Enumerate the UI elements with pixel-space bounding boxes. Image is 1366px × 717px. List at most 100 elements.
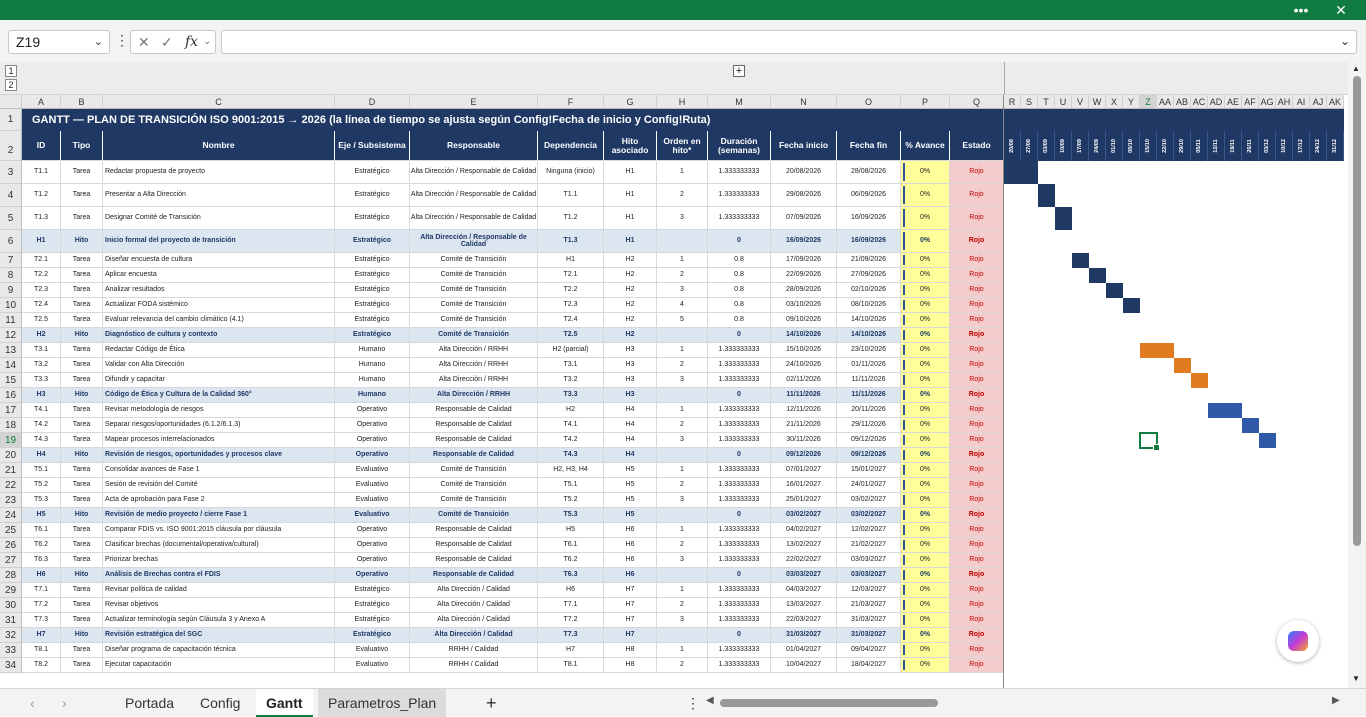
cell-duracion[interactable]: 0.8	[708, 268, 771, 283]
cell-estado[interactable]: Rojo	[950, 433, 1004, 448]
worksheet-grid[interactable]: A B C D E F G H M N O P Q R S T U V W X Y Z AA AB AC AD AE AF AG AH AI…	[0, 95, 1348, 688]
cell-nombre[interactable]: Revisar metodología de riesgos	[103, 403, 335, 418]
cell-avance[interactable]: 0%	[901, 418, 950, 433]
cell-id[interactable]: T5.1	[22, 463, 61, 478]
cell-estado[interactable]: Rojo	[950, 373, 1004, 388]
cell-id[interactable]: T2.5	[22, 313, 61, 328]
cell-estado[interactable]: Rojo	[950, 493, 1004, 508]
cell-duracion[interactable]: 1.333333333	[708, 598, 771, 613]
cell-dependencia[interactable]: T4.1	[538, 418, 604, 433]
cell-orden[interactable]: 3	[657, 553, 708, 568]
cell-fecha-inicio[interactable]: 09/10/2026	[771, 313, 837, 328]
cell-duracion[interactable]: 1.333333333	[708, 418, 771, 433]
row-header-31[interactable]: 31	[0, 613, 22, 628]
cell-eje[interactable]: Evaluativo	[335, 493, 410, 508]
cell-duracion[interactable]: 1.333333333	[708, 358, 771, 373]
column-header-z[interactable]: Z	[1140, 95, 1157, 109]
cell-eje[interactable]: Evaluativo	[335, 658, 410, 673]
column-header-y[interactable]: Y	[1123, 95, 1140, 109]
cell-eje[interactable]: Estratégico	[335, 161, 410, 184]
cell-estado[interactable]: Rojo	[950, 313, 1004, 328]
cell-tipo[interactable]: Tarea	[61, 658, 103, 673]
column-header-d[interactable]: D	[335, 95, 410, 109]
cell-eje[interactable]: Estratégico	[335, 268, 410, 283]
cell-orden[interactable]	[657, 328, 708, 343]
cell-nombre[interactable]: Priorizar brechas	[103, 553, 335, 568]
cell-hito[interactable]: H3	[604, 388, 657, 403]
cell-dependencia[interactable]: H1	[538, 253, 604, 268]
cell-hito[interactable]: H4	[604, 403, 657, 418]
cancel-icon[interactable]: ✕	[138, 31, 150, 53]
cell-fecha-inicio[interactable]: 16/09/2026	[771, 230, 837, 253]
row-header-20[interactable]: 20	[0, 448, 22, 463]
cell-avance[interactable]: 0%	[901, 433, 950, 448]
cell-id[interactable]: T4.2	[22, 418, 61, 433]
cell-orden[interactable]: 1	[657, 463, 708, 478]
cell-avance[interactable]: 0%	[901, 161, 950, 184]
cell-fecha-fin[interactable]: 28/08/2026	[837, 161, 901, 184]
cell-orden[interactable]	[657, 628, 708, 643]
row-header-34[interactable]: 34	[0, 658, 22, 673]
column-header-ac[interactable]: AC	[1191, 95, 1208, 109]
cell-nombre[interactable]: Inicio formal del proyecto de transición	[103, 230, 335, 253]
cell-tipo[interactable]: Hito	[61, 388, 103, 403]
cell-avance[interactable]: 0%	[901, 643, 950, 658]
cell-duracion[interactable]: 1.333333333	[708, 403, 771, 418]
cell-fecha-inicio[interactable]: 22/03/2027	[771, 613, 837, 628]
cell-tipo[interactable]: Tarea	[61, 613, 103, 628]
cell-avance[interactable]: 0%	[901, 508, 950, 523]
cell-nombre[interactable]: Aplicar encuesta	[103, 268, 335, 283]
column-header-m[interactable]: M	[708, 95, 771, 109]
cell-fecha-fin[interactable]: 03/03/2027	[837, 568, 901, 583]
cell-fecha-fin[interactable]: 03/03/2027	[837, 553, 901, 568]
cell-dependencia[interactable]: T3.1	[538, 358, 604, 373]
cell-fecha-fin[interactable]: 20/11/2026	[837, 403, 901, 418]
cell-tipo[interactable]: Tarea	[61, 403, 103, 418]
cell-tipo[interactable]: Tarea	[61, 207, 103, 230]
cell-id[interactable]: T2.3	[22, 283, 61, 298]
cell-id[interactable]: T7.3	[22, 613, 61, 628]
cell-orden[interactable]	[657, 448, 708, 463]
cell-nombre[interactable]: Revisión de riesgos, oportunidades y pro…	[103, 448, 335, 463]
cell-avance[interactable]: 0%	[901, 448, 950, 463]
cell-estado[interactable]: Rojo	[950, 207, 1004, 230]
cell-duracion[interactable]: 0	[708, 328, 771, 343]
cell-fecha-inicio[interactable]: 04/02/2027	[771, 523, 837, 538]
cell-estado[interactable]: Rojo	[950, 388, 1004, 403]
cell-eje[interactable]: Operativo	[335, 403, 410, 418]
cell-eje[interactable]: Estratégico	[335, 253, 410, 268]
cell-hito[interactable]: H2	[604, 298, 657, 313]
cell-dependencia[interactable]: H2, H3, H4	[538, 463, 604, 478]
cell-fecha-inicio[interactable]: 15/10/2026	[771, 343, 837, 358]
cell-fecha-inicio[interactable]: 09/12/2026	[771, 448, 837, 463]
cell-avance[interactable]: 0%	[901, 628, 950, 643]
cell-fecha-fin[interactable]: 08/10/2026	[837, 298, 901, 313]
cell-estado[interactable]: Rojo	[950, 403, 1004, 418]
chevron-down-icon[interactable]: ⌄	[94, 31, 103, 53]
cell-estado[interactable]: Rojo	[950, 298, 1004, 313]
cell-tipo[interactable]: Hito	[61, 448, 103, 463]
cell-fecha-inicio[interactable]: 31/03/2027	[771, 628, 837, 643]
row-header-9[interactable]: 9	[0, 283, 22, 298]
cell-dependencia[interactable]: T5.3	[538, 508, 604, 523]
cell-duracion[interactable]: 0.8	[708, 313, 771, 328]
cell-avance[interactable]: 0%	[901, 268, 950, 283]
copilot-button[interactable]	[1277, 620, 1319, 662]
cell-id[interactable]: T5.3	[22, 493, 61, 508]
cell-dependencia[interactable]: T6.3	[538, 568, 604, 583]
cell-hito[interactable]: H1	[604, 184, 657, 207]
cell-responsable[interactable]: Alta Dirección / Calidad	[410, 613, 538, 628]
row-header-25[interactable]: 25	[0, 523, 22, 538]
cell-dependencia[interactable]: T7.1	[538, 598, 604, 613]
cell-id[interactable]: T1.3	[22, 207, 61, 230]
cell-eje[interactable]: Estratégico	[335, 598, 410, 613]
cell-avance[interactable]: 0%	[901, 253, 950, 268]
cell-dependencia[interactable]: T5.1	[538, 478, 604, 493]
chevron-down-icon[interactable]: ⌄	[203, 31, 211, 53]
cell-avance[interactable]: 0%	[901, 358, 950, 373]
cell-orden[interactable]: 5	[657, 313, 708, 328]
cell-id[interactable]: T5.2	[22, 478, 61, 493]
cell-avance[interactable]: 0%	[901, 478, 950, 493]
cell-orden[interactable]: 2	[657, 478, 708, 493]
cell-estado[interactable]: Rojo	[950, 343, 1004, 358]
